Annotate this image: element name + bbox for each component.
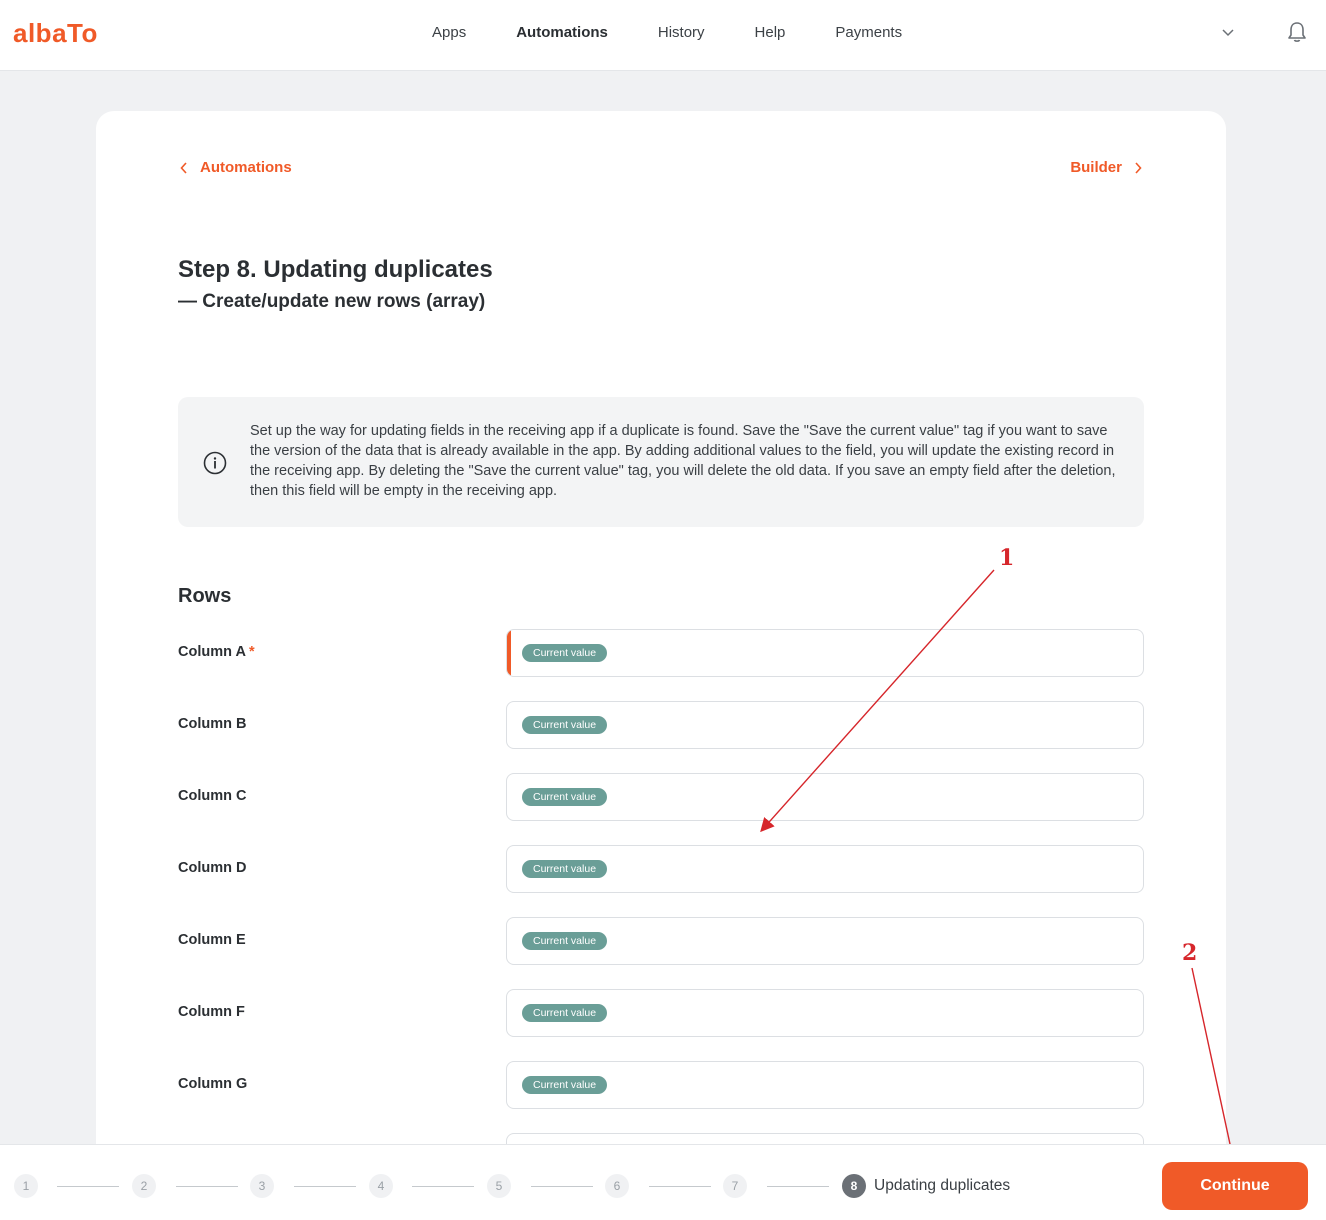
- column-e-input[interactable]: Current value: [506, 917, 1144, 965]
- step-4[interactable]: 4: [369, 1174, 393, 1198]
- current-step-label: Updating duplicates: [874, 1177, 1011, 1194]
- column-f-input[interactable]: Current value: [506, 989, 1144, 1037]
- info-text: Set up the way for updating fields in th…: [250, 423, 1116, 499]
- top-navbar: albaTo Apps Automations History Help Pay…: [0, 0, 1326, 71]
- required-asterisk: *: [248, 644, 255, 660]
- step-6[interactable]: 6: [605, 1174, 629, 1198]
- nav-apps[interactable]: Apps: [432, 24, 466, 41]
- field-label: Column F: [178, 1004, 245, 1020]
- current-value-tag[interactable]: Current value: [522, 788, 608, 806]
- field-row-column-d: Column D Current value: [178, 845, 1144, 893]
- builder-link[interactable]: Builder: [1070, 159, 1142, 176]
- step-connector: [531, 1186, 593, 1187]
- field-row-column-g: Column G Current value: [178, 1061, 1144, 1109]
- column-d-input[interactable]: Current value: [506, 845, 1144, 893]
- field-label: Column G: [178, 1076, 248, 1092]
- step-3[interactable]: 3: [250, 1174, 274, 1198]
- step-8-current[interactable]: 8: [842, 1174, 866, 1198]
- current-value-tag[interactable]: Current value: [522, 932, 608, 950]
- builder-link-label: Builder: [1070, 159, 1122, 176]
- nav-automations[interactable]: Automations: [516, 24, 608, 41]
- page-title: Step 8. Updating duplicates: [178, 256, 493, 283]
- info-box: Set up the way for updating fields in th…: [178, 397, 1144, 527]
- chevron-down-icon[interactable]: [1220, 24, 1236, 40]
- current-value-tag[interactable]: Current value: [522, 1004, 608, 1022]
- column-g-input[interactable]: Current value: [506, 1061, 1144, 1109]
- continue-button[interactable]: Continue: [1162, 1162, 1308, 1210]
- field-row-column-b: Column B Current value: [178, 701, 1144, 749]
- step-5[interactable]: 5: [487, 1174, 511, 1198]
- current-value-tag[interactable]: Current value: [522, 644, 608, 662]
- step-1[interactable]: 1: [14, 1174, 38, 1198]
- field-label: Column E: [178, 932, 246, 948]
- nav-history[interactable]: History: [658, 24, 705, 41]
- step-connector: [767, 1186, 829, 1187]
- settings-card: Automations Builder Step 8. Updating dup…: [96, 111, 1226, 1220]
- back-link-label: Automations: [200, 159, 292, 176]
- current-value-tag[interactable]: Current value: [522, 716, 608, 734]
- annotation-number-1: 1: [999, 545, 1015, 571]
- field-row-column-f: Column F Current value: [178, 989, 1144, 1037]
- step-connector: [649, 1186, 711, 1187]
- step-2[interactable]: 2: [132, 1174, 156, 1198]
- field-label: Column B: [178, 716, 247, 732]
- field-row-column-a: Column A * Current value: [178, 629, 1144, 677]
- field-label-text: Column A: [178, 644, 246, 660]
- main-nav: Apps Automations History Help Payments: [432, 24, 952, 41]
- step-connector: [176, 1186, 238, 1187]
- nav-payments[interactable]: Payments: [835, 24, 902, 41]
- chevron-right-icon: [1135, 161, 1142, 174]
- current-value-tag[interactable]: Current value: [522, 860, 608, 878]
- field-label: Column C: [178, 788, 247, 804]
- field-row-column-c: Column C Current value: [178, 773, 1144, 821]
- column-c-input[interactable]: Current value: [506, 773, 1144, 821]
- page-subtitle: — Create/update new rows (array): [178, 291, 486, 312]
- back-to-automations-link[interactable]: Automations: [180, 159, 292, 176]
- step-connector: [294, 1186, 356, 1187]
- bell-icon[interactable]: [1286, 20, 1308, 44]
- field-label: Column D: [178, 860, 247, 876]
- step-connector: [57, 1186, 119, 1187]
- step-7[interactable]: 7: [723, 1174, 747, 1198]
- current-value-tag[interactable]: Current value: [522, 1076, 608, 1094]
- info-icon: [203, 451, 227, 475]
- albato-logo[interactable]: albaTo: [13, 18, 98, 49]
- step-connector: [412, 1186, 474, 1187]
- column-a-input[interactable]: Current value: [506, 629, 1144, 677]
- rows-section-title: Rows: [178, 585, 232, 607]
- chevron-left-icon: [180, 161, 187, 174]
- annotation-number-2: 2: [1182, 940, 1198, 966]
- field-label: Column A *: [178, 644, 255, 660]
- nav-help[interactable]: Help: [755, 24, 786, 41]
- field-row-column-e: Column E Current value: [178, 917, 1144, 965]
- bottom-stepper-bar: 1 2 3 4 5 6 7 8 Updating duplicates Cont…: [0, 1144, 1326, 1220]
- column-b-input[interactable]: Current value: [506, 701, 1144, 749]
